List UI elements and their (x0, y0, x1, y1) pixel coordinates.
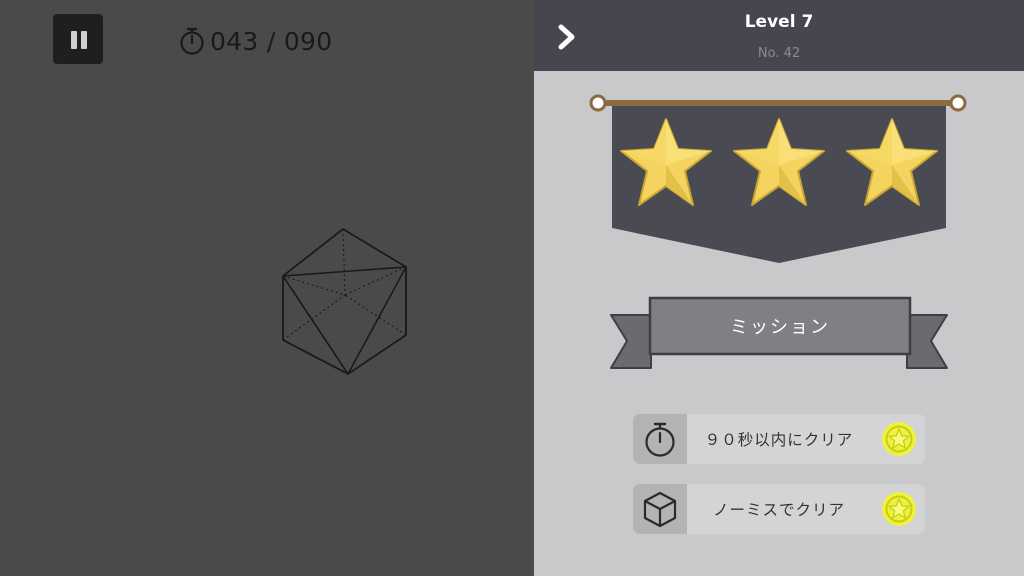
timer: 043 / 090 (178, 24, 332, 58)
stopwatch-icon (645, 422, 675, 457)
pause-icon (71, 31, 77, 49)
rod-knob-right (949, 94, 967, 112)
mission-title: ミッション (730, 317, 830, 338)
level-title: Level 7 (744, 12, 814, 32)
star-badge-icon (882, 422, 916, 456)
level-result-panel: Level 7 No. 42 ミッション ９０秒以内にクリア ノーミスでクリア (534, 0, 1024, 576)
star-icon (620, 118, 712, 206)
mission-item: ９０秒以内にクリア (633, 414, 925, 464)
mission-item: ノーミスでクリア (633, 484, 925, 534)
panel-header: Level 7 No. 42 (534, 0, 1024, 71)
rod-knob-left (589, 94, 607, 112)
pause-button[interactable] (53, 14, 103, 64)
star-badge-icon (882, 492, 916, 526)
cube-icon (643, 491, 677, 528)
mission-label: ノーミスでクリア (712, 501, 845, 519)
stopwatch-icon (180, 27, 204, 55)
timer-text: 043 / 090 (210, 26, 333, 56)
star-icon (846, 118, 938, 206)
mission-label: ９０秒以内にクリア (704, 431, 854, 449)
level-number: No. 42 (757, 46, 801, 61)
star-icon (733, 118, 825, 206)
icosahedron-shape[interactable] (270, 222, 420, 382)
game-area[interactable]: 043 / 090 (0, 0, 534, 576)
star-rating (614, 113, 944, 213)
